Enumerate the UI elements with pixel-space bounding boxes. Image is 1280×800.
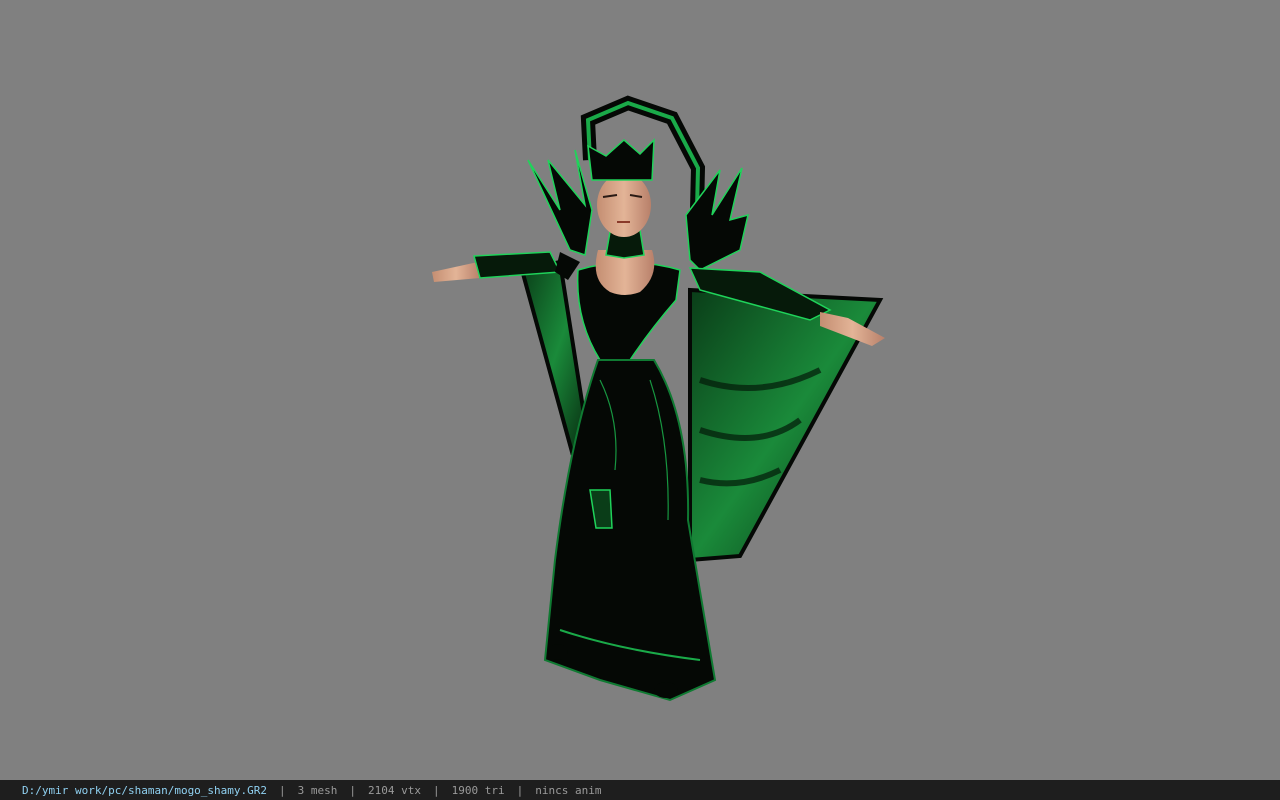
crown [587,138,655,181]
head [597,173,651,237]
status-bar: D:/ymir work/pc/shaman/mogo_shamy.GR2 | … [0,780,1280,800]
animation-status: nincs anim [535,783,602,797]
separator: | [349,783,357,797]
triangle-count: 1900 tri [451,783,505,797]
separator: | [516,783,524,797]
mesh-count: 3 mesh [297,783,338,797]
vertex-count: 2104 vtx [368,783,422,797]
separator: | [279,783,286,797]
character-model[interactable] [0,0,1280,780]
3d-viewport[interactable] [0,0,1280,780]
separator: | [433,783,440,797]
left-shoulder-spikes [527,149,593,256]
file-path: D:/ymir work/pc/shaman/mogo_shamy.GR2 [22,783,268,797]
